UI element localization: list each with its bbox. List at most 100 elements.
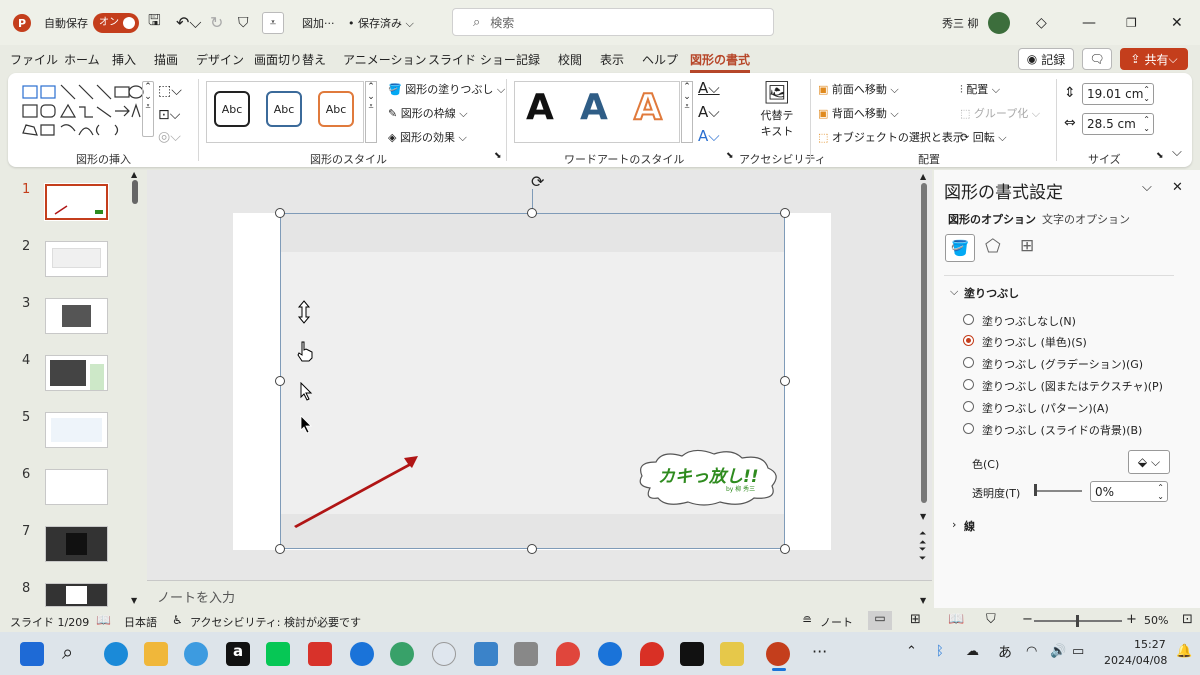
restore-icon[interactable]: ❐ xyxy=(1126,0,1137,45)
effects-pentagon-icon[interactable]: ⬠ xyxy=(985,236,1001,257)
fill-line-icon[interactable]: 🪣 xyxy=(945,234,975,262)
radio-fill-gradient[interactable] xyxy=(963,357,974,368)
wordart-style-1[interactable]: A xyxy=(526,87,554,128)
tab-insert[interactable]: 挿入 xyxy=(112,51,136,68)
shape-style-2[interactable]: Abc xyxy=(266,91,302,127)
radio-fill-none[interactable] xyxy=(963,314,974,325)
saved-status[interactable]: • 保存済み ⌵ xyxy=(348,0,414,45)
tab-draw[interactable]: 描画 xyxy=(154,51,178,68)
normal-view-icon[interactable]: ▭ xyxy=(868,611,892,630)
notification-icon[interactable]: 🔔 xyxy=(1176,644,1192,659)
shape-effects-button[interactable]: ◈ 図形の効果 ⌵ xyxy=(388,129,467,145)
next-slide-icon[interactable]: ⏷ ⏷ xyxy=(919,546,926,564)
fill-section-header[interactable]: 塗りつぶし xyxy=(964,285,1019,301)
zoom-in-icon[interactable]: + xyxy=(1126,612,1137,627)
selection-pane-button[interactable]: ⬚ オブジェクトの選択と表示 xyxy=(818,129,964,145)
fit-to-window-icon[interactable]: ⊡ xyxy=(1182,612,1193,627)
slide-thumbnail-3[interactable] xyxy=(45,298,108,334)
share-button[interactable]: ⇪ 共有 ⌵ xyxy=(1120,48,1188,70)
diamond-icon[interactable]: ◇ xyxy=(1036,0,1047,45)
thumbnail-scrollbar[interactable] xyxy=(132,180,138,204)
scroll-down-icon[interactable]: ▼ xyxy=(920,596,926,605)
close-icon[interactable]: ✕ xyxy=(1172,180,1183,195)
tab-shape-options[interactable]: 図形のオプション xyxy=(948,211,1036,227)
wifi-icon[interactable]: ◠ xyxy=(1026,644,1037,659)
spinner-icon[interactable]: ⌃ ⌄ xyxy=(1143,85,1150,103)
cloud-logo[interactable]: カキっ放し!! by 柳 秀三 xyxy=(636,448,782,506)
alt-text-button[interactable]: 🖼 代替テ キスト xyxy=(748,81,806,145)
slide-sorter-icon[interactable]: ⊞ xyxy=(910,612,921,627)
slide-thumbnail-8[interactable] xyxy=(45,583,108,607)
collapse-ribbon-icon[interactable]: ⌵ xyxy=(1172,145,1182,160)
scroll-up-icon[interactable]: ▲ xyxy=(920,172,926,181)
maps-icon[interactable] xyxy=(556,642,580,666)
close-icon[interactable]: ✕ xyxy=(1171,0,1183,45)
search-box[interactable]: ⌕ 検索 xyxy=(452,8,774,36)
resize-handle[interactable] xyxy=(527,208,537,218)
align-button[interactable]: ⫶ 配置 ⌵ xyxy=(960,81,1000,97)
accessibility-status[interactable]: アクセシビリティ: 検討が必要です xyxy=(190,614,361,630)
app-icon[interactable] xyxy=(598,642,622,666)
save-icon[interactable]: 🖫 xyxy=(148,0,161,45)
radio-fill-picture[interactable] xyxy=(963,379,974,390)
tab-record[interactable]: 記録 xyxy=(516,51,540,68)
user-name[interactable]: 秀三 柳 xyxy=(942,0,979,45)
tab-shape-format[interactable]: 図形の書式 xyxy=(690,51,751,73)
bluetooth-icon[interactable]: ᛒ xyxy=(936,644,944,659)
search-icon[interactable]: ⌕ xyxy=(62,640,73,664)
shape-outline-button[interactable]: ✎ 図形の枠線 ⌵ xyxy=(388,105,468,121)
wordart-style-3[interactable]: A xyxy=(633,86,663,129)
dialog-launcher-icon[interactable]: ⬊ xyxy=(1156,151,1164,161)
text-box-icon[interactable]: ⊡⌵ xyxy=(158,107,180,123)
rotate-button[interactable]: ⟳ 回転 ⌵ xyxy=(960,129,1007,145)
zoom-level[interactable]: 50% xyxy=(1144,614,1168,627)
avatar[interactable] xyxy=(988,0,1010,45)
line-section-chevron-icon[interactable]: › xyxy=(952,518,956,531)
wordart-style-2[interactable]: A xyxy=(580,87,608,128)
dialog-launcher-icon[interactable]: ⬊ xyxy=(726,151,734,161)
scroll-down-icon[interactable]: ▼ xyxy=(131,596,137,605)
eu-icon[interactable] xyxy=(432,642,456,666)
redo-icon[interactable]: ↻ xyxy=(210,0,223,45)
pdf-icon[interactable] xyxy=(308,642,332,666)
spinner-icon[interactable]: ⌃ ⌄ xyxy=(1143,115,1150,133)
record-button[interactable]: ◉ 記録 xyxy=(1018,48,1074,70)
slide-thumbnail-6[interactable] xyxy=(45,469,108,505)
clock-time[interactable]: 15:27 xyxy=(1134,638,1166,651)
battery-icon[interactable]: ▭ xyxy=(1072,644,1084,659)
tab-transitions[interactable]: 画面切り替え xyxy=(254,51,326,68)
tab-slideshow[interactable]: スライド ショー xyxy=(428,51,516,68)
app-icon[interactable] xyxy=(474,642,498,666)
fill-section-chevron-icon[interactable]: ⌵ xyxy=(950,285,958,299)
more-apps-icon[interactable]: ··· xyxy=(812,642,827,661)
transparency-slider[interactable] xyxy=(1036,490,1082,492)
text-fill-icon[interactable]: A⌵ xyxy=(698,79,720,97)
amazon-icon[interactable]: a xyxy=(226,642,250,666)
transparency-input[interactable]: 0% ⌃ ⌄ xyxy=(1090,481,1168,502)
edit-shape-icon[interactable]: ⬚⌵ xyxy=(158,83,182,99)
customize-qat-button[interactable]: ⩡ xyxy=(262,0,284,45)
radio-fill-pattern[interactable] xyxy=(963,401,974,412)
radio-fill-solid[interactable] xyxy=(963,335,974,346)
slide-thumbnail-7[interactable] xyxy=(45,526,108,562)
resize-handle[interactable] xyxy=(780,208,790,218)
send-backward-button[interactable]: ▣ 背面へ移動 ⌵ xyxy=(818,105,899,121)
width-input[interactable]: 28.5 cm ⌃ ⌄ xyxy=(1082,113,1154,135)
tab-design[interactable]: デザイン xyxy=(196,51,244,68)
resize-handle[interactable] xyxy=(275,208,285,218)
bring-forward-button[interactable]: ▣ 前面へ移動 ⌵ xyxy=(818,81,899,97)
spinner-icon[interactable]: ⌃ ⌄ xyxy=(1157,483,1164,501)
phone-icon[interactable] xyxy=(390,642,414,666)
wordart-gallery-more-icon[interactable]: ⌃ ⌄ ⩡ xyxy=(681,81,693,143)
notes-pane[interactable]: ノートを入力 xyxy=(147,580,932,608)
language-status[interactable]: 日本語 xyxy=(124,614,157,630)
present-icon[interactable]: ⛉ xyxy=(238,0,249,45)
powerpoint-taskbar-icon[interactable] xyxy=(766,642,790,666)
windows-start-icon[interactable] xyxy=(20,642,44,666)
location-icon[interactable] xyxy=(640,642,664,666)
shape-fill-button[interactable]: 🪣 図形の塗りつぶし ⌵ xyxy=(388,81,505,97)
file-explorer-icon[interactable] xyxy=(144,642,168,666)
paint-icon[interactable] xyxy=(184,642,208,666)
clock-date[interactable]: 2024/04/08 xyxy=(1104,654,1167,667)
tab-text-options[interactable]: 文字のオプション xyxy=(1042,211,1130,227)
